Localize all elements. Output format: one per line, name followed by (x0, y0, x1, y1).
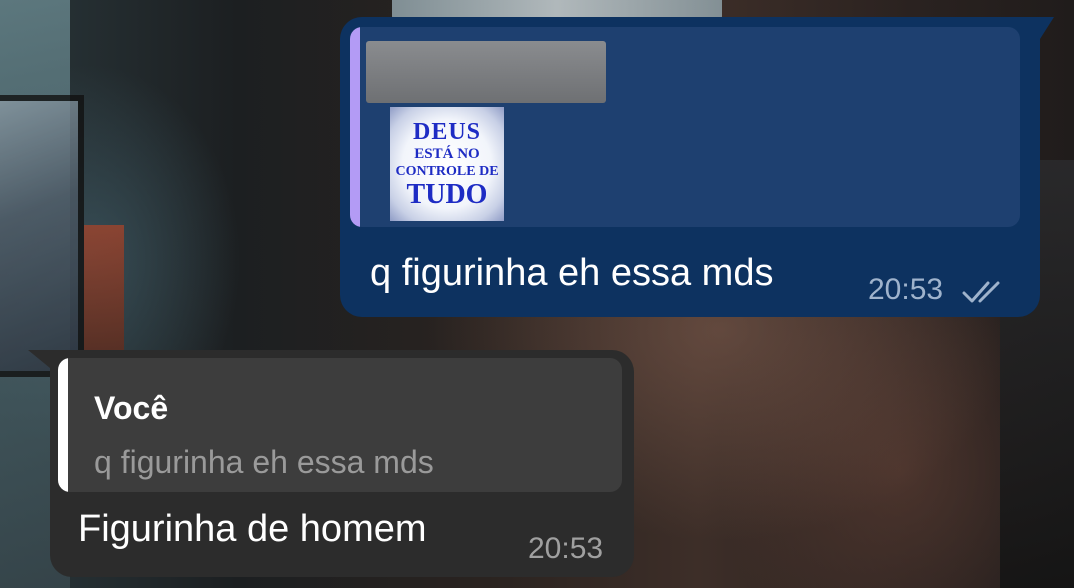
message-text: Figurinha de homem (78, 508, 427, 550)
reply-accent-bar (350, 27, 360, 227)
sticker-text: DEUS (412, 118, 482, 145)
wallpaper-background (0, 95, 84, 377)
bubble-tail (28, 350, 50, 368)
sticker-text: ESTÁ NO (414, 145, 480, 162)
outgoing-message-bubble[interactable]: DEUS ESTÁ NO CONTROLE DE TUDO q figurinh… (340, 17, 1054, 317)
reply-sender-name: Você (94, 390, 169, 426)
sticker-thumbnail: DEUS ESTÁ NO CONTROLE DE TUDO (390, 107, 504, 221)
bubble-tail (1040, 17, 1054, 39)
message-text: q figurinha eh essa mds (370, 252, 774, 294)
message-time: 20:53 (528, 532, 604, 565)
sticker-text: TUDO (406, 178, 488, 210)
reply-quoted-text: q figurinha eh essa mds (94, 444, 434, 480)
reply-accent-bar (58, 358, 68, 492)
chat-screen: DEUS ESTÁ NO CONTROLE DE TUDO q figurinh… (0, 0, 1074, 588)
redacted-sender-name (366, 41, 606, 103)
wallpaper-background (84, 225, 124, 365)
message-time: 20:53 (868, 273, 944, 306)
incoming-message-bubble[interactable]: Você q figurinha eh essa mds Figurinha d… (28, 350, 634, 577)
sticker-text: CONTROLE DE (395, 163, 499, 179)
reply-preview[interactable]: Você q figurinha eh essa mds (58, 358, 622, 492)
reply-preview[interactable]: DEUS ESTÁ NO CONTROLE DE TUDO (350, 27, 1020, 227)
double-check-icon (962, 281, 1000, 303)
